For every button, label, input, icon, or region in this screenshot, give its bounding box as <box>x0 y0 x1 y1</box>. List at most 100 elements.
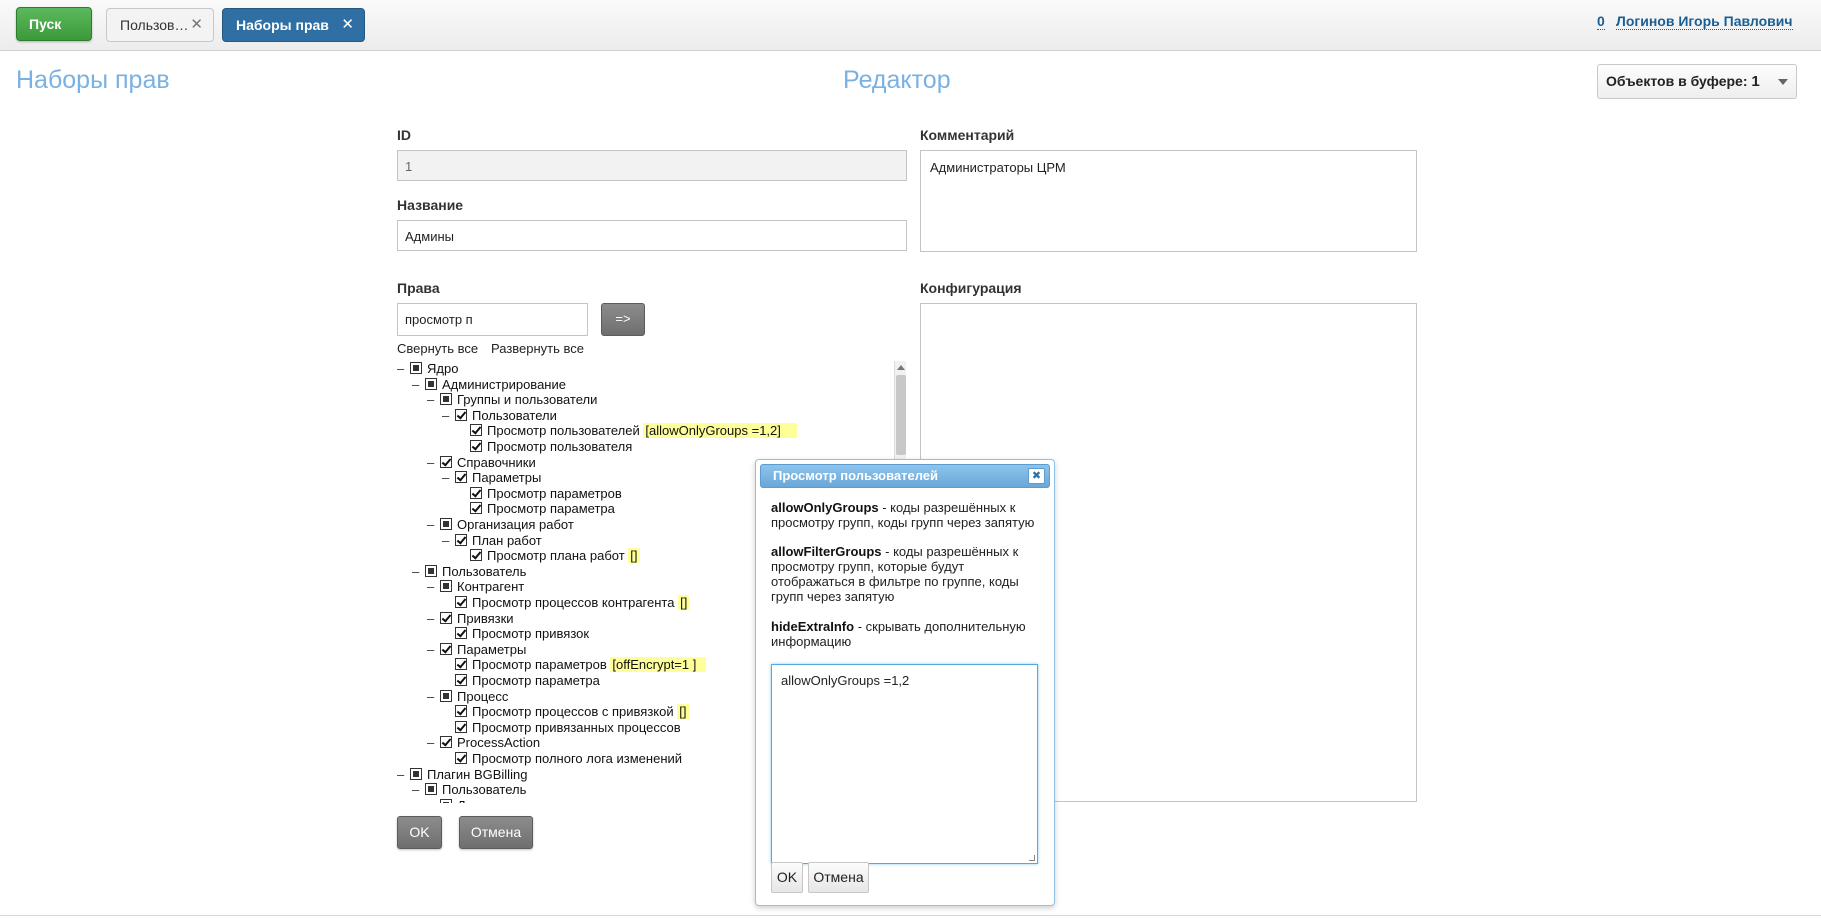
tree-node-label[interactable]: Контрагент <box>457 579 524 594</box>
collapse-toggle-icon[interactable]: – <box>427 392 437 407</box>
collapse-toggle-icon[interactable]: – <box>397 361 407 376</box>
close-icon[interactable]: ✕ <box>341 9 354 41</box>
collapse-toggle-icon[interactable]: – <box>427 455 437 470</box>
permission-config-badge[interactable]: [offEncrypt=1 ] <box>610 657 706 672</box>
checkbox-checked[interactable] <box>455 721 467 733</box>
tree-node-label[interactable]: Просмотр параметра <box>487 501 615 516</box>
collapse-toggle-icon[interactable]: – <box>442 470 452 485</box>
tree-node-label[interactable]: Просмотр параметров <box>487 486 622 501</box>
tree-node-label[interactable]: Параметры <box>457 642 526 657</box>
comment-textarea[interactable]: Администраторы ЦРМ <box>920 150 1417 252</box>
user-name-link[interactable]: Логинов Игорь Павлович <box>1616 13 1793 30</box>
checkbox-checked[interactable] <box>440 643 452 655</box>
checkbox-partial[interactable] <box>440 580 452 592</box>
tree-node-label[interactable]: Просмотр параметров <box>472 657 607 672</box>
tree-node-label[interactable]: Просмотр полного лога изменений <box>472 751 682 766</box>
close-icon[interactable]: ✕ <box>190 9 203 41</box>
collapse-toggle-icon[interactable]: – <box>397 767 407 782</box>
collapse-toggle-icon[interactable]: – <box>427 798 437 803</box>
tree-node-label[interactable]: Просмотр параметра <box>472 673 600 688</box>
buffer-dropdown[interactable]: Объектов в буфере: 1 <box>1597 64 1797 99</box>
tree-node-label[interactable]: Просмотр процессов контрагента <box>472 595 674 610</box>
collapse-toggle-icon[interactable]: – <box>442 533 452 548</box>
checkbox-partial[interactable] <box>440 690 452 702</box>
collapse-toggle-icon[interactable]: – <box>427 642 437 657</box>
scrollbar-thumb[interactable] <box>896 375 906 455</box>
tree-node-label[interactable]: Пользователь <box>442 782 526 797</box>
start-button[interactable]: Пуск <box>16 7 92 41</box>
tree-node-label[interactable]: Плагин BGBilling <box>427 767 527 782</box>
collapse-toggle-icon[interactable]: – <box>427 517 437 532</box>
tree-node-label[interactable]: Просмотр плана работ <box>487 548 625 563</box>
tree-node-label[interactable]: Организация работ <box>457 517 574 532</box>
apply-filter-button[interactable]: => <box>601 303 645 336</box>
permission-config-badge[interactable]: [] <box>677 704 689 719</box>
tab-permission-sets[interactable]: Наборы прав ✕ <box>222 8 365 42</box>
dialog-config-textarea[interactable]: allowOnlyGroups =1,2 <box>771 664 1038 864</box>
checkbox-checked[interactable] <box>440 736 452 748</box>
checkbox-checked[interactable] <box>440 456 452 468</box>
tree-node-label[interactable]: Пользователи <box>472 408 557 423</box>
tree-node-label[interactable]: Просмотр привязанных процессов <box>472 720 681 735</box>
checkbox-checked[interactable] <box>470 549 482 561</box>
checkbox-partial[interactable] <box>440 518 452 530</box>
checkbox-checked[interactable] <box>455 705 467 717</box>
permission-config-badge[interactable]: [allowOnlyGroups =1,2] <box>643 423 798 438</box>
checkbox-partial[interactable] <box>425 378 437 390</box>
collapse-toggle-icon[interactable]: – <box>412 377 422 392</box>
tree-node-label[interactable]: Пользователь <box>442 564 526 579</box>
scroll-up-icon[interactable] <box>897 365 905 370</box>
collapse-toggle-icon[interactable]: – <box>427 735 437 750</box>
tree-node-label[interactable]: Договор <box>457 798 506 803</box>
checkbox-checked[interactable] <box>455 674 467 686</box>
resize-grip-icon[interactable] <box>1029 855 1035 861</box>
checkbox-checked[interactable] <box>470 424 482 436</box>
tree-node-label[interactable]: Ядро <box>427 361 458 376</box>
user-messages-count[interactable]: 0 <box>1597 13 1605 30</box>
permission-config-badge[interactable]: [] <box>628 548 640 563</box>
checkbox-partial[interactable] <box>410 768 422 780</box>
dialog-titlebar[interactable]: Просмотр пользователей ✖ <box>760 464 1050 488</box>
checkbox-partial[interactable] <box>440 799 452 803</box>
collapse-toggle-icon[interactable]: – <box>427 579 437 594</box>
permission-config-badge[interactable]: [] <box>678 595 690 610</box>
expand-all-link[interactable]: Развернуть все <box>491 341 584 356</box>
checkbox-checked[interactable] <box>470 502 482 514</box>
collapse-all-link[interactable]: Свернуть все <box>397 341 478 356</box>
checkbox-checked[interactable] <box>455 596 467 608</box>
cancel-button[interactable]: Отмена <box>459 816 533 849</box>
tree-node-label[interactable]: План работ <box>472 533 542 548</box>
checkbox-checked[interactable] <box>470 487 482 499</box>
collapse-toggle-icon[interactable]: – <box>412 782 422 797</box>
dialog-ok-button[interactable]: OK <box>771 862 803 893</box>
checkbox-partial[interactable] <box>440 393 452 405</box>
tree-node-label[interactable]: Параметры <box>472 470 541 485</box>
tree-node-label[interactable]: ProcessAction <box>457 735 540 750</box>
checkbox-checked[interactable] <box>455 471 467 483</box>
collapse-toggle-icon[interactable]: – <box>427 611 437 626</box>
name-field[interactable]: Админы <box>397 220 907 251</box>
ok-button[interactable]: OK <box>397 816 442 849</box>
collapse-toggle-icon[interactable]: – <box>412 564 422 579</box>
checkbox-partial[interactable] <box>410 362 422 374</box>
checkbox-checked[interactable] <box>455 627 467 639</box>
tree-node-label[interactable]: Группы и пользователи <box>457 392 597 407</box>
tree-node-label[interactable]: Просмотр пользователя <box>487 439 632 454</box>
permissions-filter-input[interactable]: просмотр п <box>397 303 588 336</box>
tab-users[interactable]: Пользов… ✕ <box>106 8 214 42</box>
checkbox-checked[interactable] <box>440 612 452 624</box>
collapse-toggle-icon[interactable]: – <box>442 408 452 423</box>
close-icon[interactable]: ✖ <box>1028 468 1045 484</box>
tree-node-label[interactable]: Просмотр процессов с привязкой <box>472 704 674 719</box>
checkbox-partial[interactable] <box>425 783 437 795</box>
tree-node-label[interactable]: Администрирование <box>442 377 566 392</box>
tree-node-label[interactable]: Просмотр привязок <box>472 626 589 641</box>
checkbox-checked[interactable] <box>455 752 467 764</box>
tree-node-label[interactable]: Процесс <box>457 689 508 704</box>
checkbox-checked[interactable] <box>455 534 467 546</box>
dialog-cancel-button[interactable]: Отмена <box>808 862 869 893</box>
checkbox-checked[interactable] <box>455 658 467 670</box>
checkbox-partial[interactable] <box>425 565 437 577</box>
checkbox-checked[interactable] <box>470 440 482 452</box>
checkbox-checked[interactable] <box>455 409 467 421</box>
